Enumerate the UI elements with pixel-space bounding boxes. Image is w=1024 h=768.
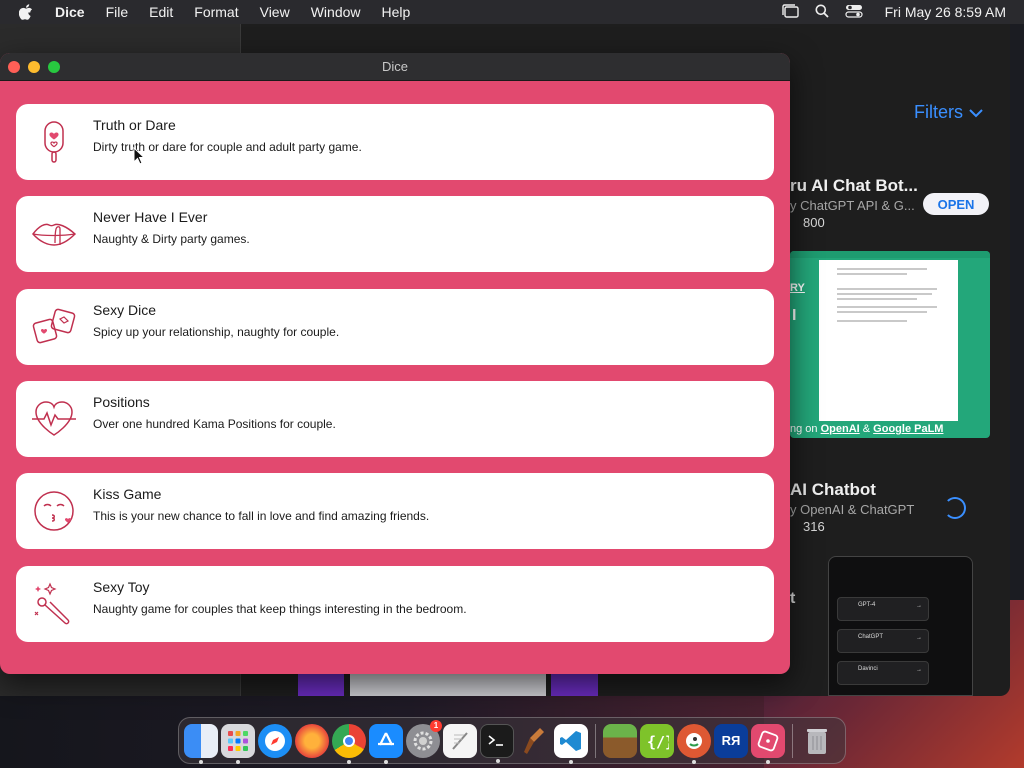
menu-view[interactable]: View — [260, 4, 290, 20]
game-card-truth-or-dare[interactable]: Truth or Dare Dirty truth or dare for co… — [16, 104, 774, 180]
minecraft-icon[interactable] — [603, 723, 637, 758]
banner-caption: ng on OpenAI & Google PaLM — [790, 423, 943, 435]
app1-rating-count: 800 — [803, 215, 825, 230]
spotlight-search-icon[interactable] — [815, 4, 829, 21]
keyboard-layout-label: RЯ — [721, 733, 741, 748]
menu-app-name[interactable]: Dice — [55, 4, 85, 20]
firefox-icon[interactable] — [295, 723, 329, 758]
banner-text-ry: RY — [790, 282, 805, 294]
game-description: Over one hundred Kama Positions for coup… — [93, 417, 336, 431]
dice-app-icon[interactable] — [751, 723, 785, 764]
game-name: Never Have I Ever — [93, 209, 208, 225]
filters-button[interactable]: Filters — [914, 102, 983, 123]
game-name: Sexy Dice — [93, 302, 157, 318]
app3-title-fragment: t — [790, 590, 796, 607]
chevron-down-icon — [969, 108, 983, 117]
phone-row-label: ChatGPT — [858, 634, 884, 640]
game-card-kiss-game[interactable]: Kiss Game This is your new chance to fal… — [16, 473, 774, 549]
menu-edit[interactable]: Edit — [149, 4, 173, 20]
game-card-sexy-toy[interactable]: Sexy Toy Naughty game for couples that k… — [16, 566, 774, 642]
apple-menu-icon[interactable] — [19, 4, 39, 20]
banner-screenshot — [819, 260, 958, 421]
banner-caption-mid: & — [859, 423, 874, 435]
game-description: Spicy up your relationship, naughty for … — [93, 325, 340, 339]
banner-topline — [790, 251, 990, 258]
dice-icon — [32, 308, 76, 344]
game-name: Truth or Dare — [93, 117, 176, 133]
dock-separator — [595, 723, 596, 758]
menu-help[interactable]: Help — [382, 4, 411, 20]
phone-row-label: Davinci — [858, 666, 878, 672]
keyboard-layout-icon[interactable]: RЯ — [714, 723, 748, 758]
window-titlebar[interactable]: Dice — [0, 53, 790, 81]
game-description: Naughty & Dirty party games. — [93, 232, 250, 246]
launchpad-icon[interactable] — [221, 723, 255, 764]
mouse-cursor-icon — [133, 147, 145, 165]
banner-text-i: I — [792, 307, 797, 324]
app1-title[interactable]: ru AI Chat Bot... — [790, 176, 918, 196]
instruments-icon[interactable] — [517, 724, 551, 758]
dock-separator — [792, 723, 793, 758]
game-description: Naughty game for couples that keep thing… — [93, 602, 467, 616]
loading-spinner-icon — [944, 497, 966, 519]
lips-icon — [32, 223, 77, 246]
chrome-icon[interactable] — [332, 723, 366, 764]
game-card-positions[interactable]: Positions Over one hundred Kama Position… — [16, 381, 774, 457]
phone-row-label: GPT-4 — [858, 602, 876, 608]
filters-label: Filters — [914, 102, 963, 122]
game-card-never-have-i-ever[interactable]: Never Have I Ever Naughty & Dirty party … — [16, 196, 774, 272]
menu-file[interactable]: File — [106, 4, 129, 20]
game-description: This is your new chance to fall in love … — [93, 509, 430, 523]
app2-rating-count: 316 — [803, 519, 825, 534]
popsicle-heart-icon — [44, 121, 64, 163]
store-bottom-strip — [298, 672, 598, 696]
textedit-icon[interactable] — [443, 723, 477, 758]
settings-badge: 1 — [430, 719, 442, 732]
game-name: Sexy Toy — [93, 579, 150, 595]
game-name: Positions — [93, 394, 150, 410]
game-name: Kiss Game — [93, 486, 162, 502]
app1-banner[interactable]: RY I ng on OpenAI & Google PaLM — [790, 251, 990, 438]
stage-manager-icon[interactable] — [781, 3, 799, 21]
app-store-icon[interactable] — [369, 723, 403, 764]
trash-icon[interactable] — [800, 724, 834, 758]
open-button[interactable]: OPEN — [923, 193, 989, 215]
menu-bar: Dice File Edit Format View Window Help F… — [0, 0, 1024, 24]
terminal-icon[interactable] — [480, 723, 514, 763]
banner-link-google-palm[interactable]: Google PaLM — [873, 423, 943, 435]
control-center-icon[interactable] — [845, 4, 863, 21]
duckduckgo-icon[interactable] — [677, 723, 711, 764]
banner-caption-prefix: ng on — [790, 423, 821, 435]
toy-wand-icon — [34, 582, 70, 625]
app2-screenshot: GPT-4 → ChatGPT → Davinci → — [828, 556, 973, 696]
dice-window: Dice Truth or Dare Dirty truth or dare f… — [0, 53, 790, 674]
finder-icon[interactable] — [184, 723, 218, 764]
system-settings-icon[interactable]: 1 — [406, 719, 442, 758]
heartbeat-icon — [32, 401, 76, 436]
json-editor-icon[interactable]: {/} — [640, 723, 674, 758]
menu-window[interactable]: Window — [311, 4, 361, 20]
dock: 1 {/} RЯ — [178, 717, 846, 764]
safari-icon[interactable] — [258, 723, 292, 758]
app2-title[interactable]: AI Chatbot — [790, 480, 876, 500]
game-card-sexy-dice[interactable]: Sexy Dice Spicy up your relationship, na… — [16, 289, 774, 365]
app1-subtitle: y ChatGPT API & G... — [790, 198, 915, 213]
banner-link-openai[interactable]: OpenAI — [821, 423, 860, 435]
window-title: Dice — [381, 59, 408, 74]
svg-text:{/}: {/} — [647, 733, 669, 751]
menu-format[interactable]: Format — [194, 4, 238, 20]
vscode-icon[interactable] — [554, 723, 588, 764]
app2-subtitle: y OpenAI & ChatGPT — [790, 502, 915, 517]
kiss-face-icon — [34, 491, 74, 531]
menu-bar-clock[interactable]: Fri May 26 8:59 AM — [885, 4, 1006, 20]
